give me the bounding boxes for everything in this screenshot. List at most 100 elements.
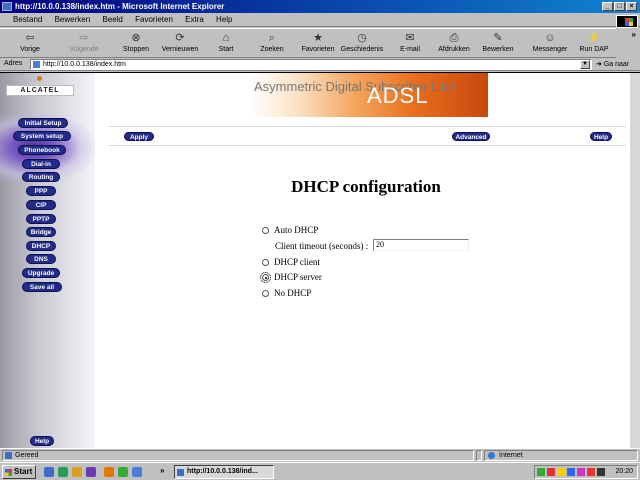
tray-volume-icon[interactable] [557,468,565,476]
mail-button[interactable]: ✉ E-mail [388,31,432,57]
go-button[interactable]: ➜ Ga naar [596,60,629,68]
menu-view[interactable]: Beeld [97,13,127,27]
tray-app2-icon[interactable] [577,468,585,476]
nav-dns[interactable]: DNS [26,254,56,264]
home-button[interactable]: ⌂ Start [204,31,248,57]
toolbar: ⇦ Vorige ⇨ Volgende ⊗ Stoppen ⟳ Vernieuw… [0,28,616,58]
menu-file[interactable]: Bestand [8,13,47,27]
start-button[interactable]: Start [2,465,36,479]
search-button[interactable]: ⌕ Zoeken [250,31,294,57]
forward-button[interactable]: ⇨ Volgende [62,31,106,57]
logo-marker-icon [37,76,42,81]
address-bar: Adres http://10.0.0.138/index.htm ▼ ➜ Ga… [0,58,640,71]
status-page-icon [5,452,12,459]
option-no-dhcp[interactable]: No DHCP [262,288,311,298]
zone-text: Internet [499,452,523,459]
back-arrow-icon: ⇦ [25,32,35,44]
print-button[interactable]: ⎙ Afdrukken [432,31,476,57]
page-icon [33,61,40,68]
home-icon: ⌂ [222,32,230,44]
page-scrollbar[interactable] [630,73,640,449]
tray-network-icon[interactable] [537,468,545,476]
taskbar: Start » http://10.0.0.138/ind... 20:20 [0,462,640,480]
window-title-bar[interactable]: http://10.0.0.138/index.htm - Microsoft … [0,0,640,13]
nav-dhcp[interactable]: DHCP [26,241,56,251]
menu-help[interactable]: Help [211,13,237,27]
quicklaunch-overflow[interactable]: » [160,466,164,475]
option-dhcp-client[interactable]: DHCP client [262,257,320,267]
windows-flag-icon [5,469,12,476]
nav-phonebook[interactable]: Phonebook [18,145,66,155]
nav-system-setup[interactable]: System setup [13,131,71,141]
history-button[interactable]: ◷ Geschiedenis [340,31,384,57]
nav-routing[interactable]: Routing [22,172,60,182]
advanced-button[interactable]: Advanced [452,132,490,141]
quicklaunch-app-icon[interactable] [118,467,128,477]
forward-arrow-icon: ⇨ [79,32,89,44]
toolbar-overflow-chevron[interactable]: » [632,30,636,39]
help-button[interactable]: Help [590,132,612,141]
taskbar-clock[interactable]: 20:20 [615,466,633,478]
page-title: DHCP configuration [291,177,441,196]
radio-auto-dhcp[interactable] [262,227,269,234]
menu-edit[interactable]: Bewerken [50,13,96,27]
nav-dial-in[interactable]: Dial-in [22,159,60,169]
radio-dhcp-server[interactable] [260,272,271,283]
radio-no-dhcp[interactable] [262,290,269,297]
address-input[interactable]: http://10.0.0.138/index.htm [30,59,592,70]
address-url: http://10.0.0.138/index.htm [43,61,126,68]
stop-button[interactable]: ⊗ Stoppen [114,31,158,57]
refresh-icon: ⟳ [175,32,185,44]
adsl-banner: Asymmetric Digital Subscriber Line ADSL [250,73,488,117]
radio-dhcp-client[interactable] [262,259,269,266]
quicklaunch-media-icon[interactable] [86,467,96,477]
tray-app4-icon[interactable] [597,468,605,476]
quicklaunch-screen-icon[interactable] [132,467,142,477]
run-dap-button[interactable]: ⚡ Run DAP [572,31,616,57]
tray-app-icon[interactable] [567,468,575,476]
nav-ppp[interactable]: PPP [26,186,56,196]
refresh-button[interactable]: ⟳ Vernieuwen [158,31,202,57]
close-button[interactable]: × [626,2,637,11]
nav-pptp[interactable]: PPTP [26,214,56,224]
nav-bridge[interactable]: Bridge [26,227,56,237]
status-panel-empty [476,450,482,461]
edit-icon: ✎ [493,32,503,44]
windows-logo-icon [616,15,638,28]
security-zone: Internet [484,450,638,461]
minimize-button[interactable]: _ [602,2,613,11]
mail-icon: ✉ [405,32,415,44]
menu-favorites[interactable]: Favorieten [130,13,178,27]
task-ie-icon [177,469,184,476]
edit-button[interactable]: ✎ Bewerken [476,31,520,57]
quicklaunch-desktop-icon[interactable] [58,467,68,477]
favorites-button[interactable]: ★ Favorieten [296,31,340,57]
back-button[interactable]: ⇦ Vorige [8,31,52,57]
taskbar-item-ie[interactable]: http://10.0.0.138/ind... [174,465,274,479]
top-divider [108,126,626,127]
messenger-button[interactable]: ☺ Messenger [528,31,572,57]
option-auto-dhcp[interactable]: Auto DHCP [262,225,318,235]
client-timeout-input[interactable]: 20 [373,239,469,251]
menu-tools[interactable]: Extra [180,13,209,27]
quicklaunch-arrow-icon[interactable] [104,467,114,477]
stop-icon: ⊗ [131,32,141,44]
search-icon: ⌕ [268,32,276,44]
favorites-icon: ★ [313,32,323,44]
quicklaunch-ie-icon[interactable] [44,467,54,477]
print-icon: ⎙ [449,32,459,44]
tray-app3-icon[interactable] [587,468,595,476]
nav-save-all[interactable]: Save all [22,282,62,292]
quicklaunch-outlook-icon[interactable] [72,467,82,477]
apply-button[interactable]: Apply [124,132,154,141]
option-dhcp-server[interactable]: DHCP server [260,272,322,283]
maximize-button[interactable]: □ [614,2,625,11]
nav-help[interactable]: Help [30,436,54,446]
address-dropdown-button[interactable]: ▼ [580,60,590,69]
nav-initial-setup[interactable]: Initial Setup [18,118,68,128]
status-text-panel: Gereed [2,450,474,461]
nav-upgrade[interactable]: Upgrade [22,268,60,278]
tray-antivirus-icon[interactable] [547,468,555,476]
banner-title: ADSL [367,83,429,108]
nav-cip[interactable]: CIP [26,200,56,210]
